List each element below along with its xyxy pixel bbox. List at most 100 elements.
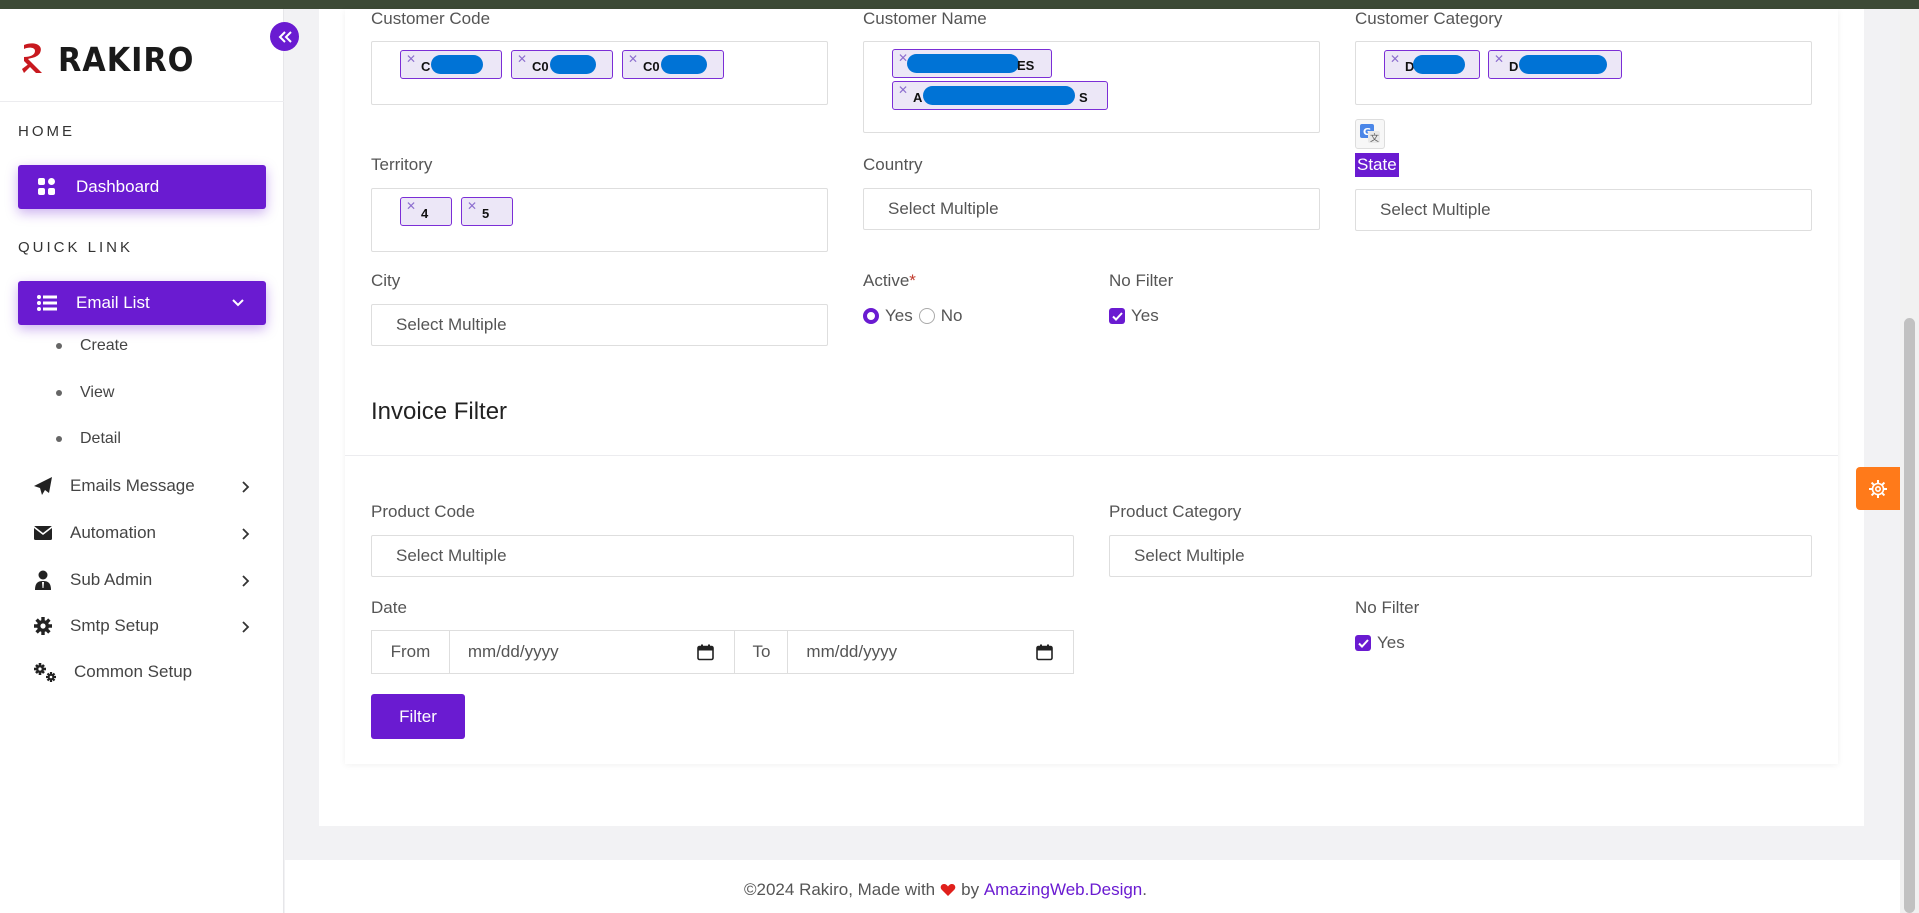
- sidebar-item-dashboard[interactable]: Dashboard: [18, 165, 266, 209]
- selected-tag[interactable]: ✕ C: [400, 50, 502, 79]
- remove-tag-icon[interactable]: ✕: [406, 52, 416, 66]
- sidebar-item-label: Common Setup: [74, 662, 193, 681]
- selected-tag[interactable]: ✕ D: [1384, 50, 1480, 79]
- scrollbar-thumb[interactable]: [1904, 318, 1915, 913]
- bullet-icon: [56, 343, 62, 349]
- city-label: City: [371, 271, 401, 290]
- territory-label: Territory: [371, 155, 433, 174]
- sidebar-item-label: Email List: [76, 293, 150, 312]
- customer-name-label: Customer Name: [863, 9, 987, 28]
- filter-button[interactable]: Filter: [371, 694, 465, 739]
- chevron-right-icon: [238, 619, 252, 639]
- selected-tag[interactable]: ✕ D: [1488, 50, 1622, 79]
- brand-name: RAKIRO: [58, 39, 195, 79]
- customer-name-multiselect[interactable]: ✕ ES ✕ A S: [863, 41, 1320, 133]
- active-yes-radio[interactable]: [863, 308, 879, 324]
- calendar-icon[interactable]: [1036, 644, 1053, 666]
- remove-tag-icon[interactable]: ✕: [406, 199, 416, 213]
- divider: [345, 455, 1838, 456]
- customer-category-multiselect[interactable]: ✕ D ✕ D: [1355, 41, 1812, 105]
- selected-tag[interactable]: ✕ C0: [511, 50, 613, 79]
- paper-plane-icon: [32, 475, 54, 497]
- selected-tag[interactable]: ✕ 5: [461, 197, 513, 226]
- remove-tag-icon[interactable]: ✕: [517, 52, 527, 66]
- selected-tag[interactable]: ✕ A S: [892, 81, 1108, 110]
- territory-multiselect[interactable]: ✕ 4 ✕ 5: [371, 188, 828, 252]
- footer-text: ©2024 Rakiro, Made with by AmazingWeb.De…: [744, 880, 1147, 900]
- date-to-addon: To: [734, 631, 789, 673]
- active-no-radio[interactable]: [918, 308, 935, 324]
- remove-tag-icon[interactable]: ✕: [467, 199, 477, 213]
- no-filter-checkbox[interactable]: [1109, 308, 1125, 324]
- sidebar-subitem-create[interactable]: Create: [56, 337, 128, 355]
- country-label: Country: [863, 155, 923, 174]
- active-label: Active*: [863, 271, 916, 290]
- settings-toggle-button[interactable]: [1856, 467, 1900, 510]
- list-icon: [36, 292, 58, 314]
- no-filter-option-label: Yes: [1131, 306, 1159, 325]
- selected-tag[interactable]: ✕ ES: [892, 49, 1052, 78]
- sidebar-subitem-label: Detail: [80, 430, 121, 447]
- heart-icon: [940, 883, 956, 896]
- invoice-no-filter-label: No Filter: [1355, 598, 1420, 617]
- tag-label: 5: [482, 206, 490, 221]
- selected-tag[interactable]: ✕ C0: [622, 50, 724, 79]
- sidebar-item-sub-admin[interactable]: Sub Admin: [32, 565, 252, 595]
- sidebar-subitem-view[interactable]: View: [56, 384, 114, 402]
- footer-link[interactable]: AmazingWeb.Design: [984, 880, 1142, 900]
- dashboard-icon: [36, 176, 58, 198]
- product-category-label: Product Category: [1109, 502, 1242, 521]
- sidebar: RAKIRO HOME Dashboard QUICK LINK Email L…: [0, 9, 284, 913]
- sidebar-item-automation[interactable]: Automation: [32, 518, 252, 548]
- browser-top-strip: [0, 0, 1919, 9]
- product-code-select[interactable]: Select Multiple: [371, 535, 1074, 577]
- chevron-right-icon: [238, 573, 252, 593]
- tag-label: C0: [643, 59, 660, 74]
- gears-icon: [32, 661, 58, 683]
- date-to-input[interactable]: mm/dd/yyyy: [788, 631, 1073, 673]
- remove-tag-icon[interactable]: ✕: [898, 83, 908, 97]
- remove-tag-icon[interactable]: ✕: [1390, 52, 1400, 66]
- tag-label: ES: [1017, 58, 1035, 73]
- state-label: State: [1355, 153, 1399, 177]
- sidebar-item-emails-message[interactable]: Emails Message: [32, 471, 252, 501]
- home-section-title: HOME: [18, 123, 75, 140]
- date-from-input[interactable]: mm/dd/yyyy: [450, 631, 735, 673]
- state-select[interactable]: Select Multiple: [1355, 189, 1812, 231]
- sidebar-subitem-detail[interactable]: Detail: [56, 430, 121, 448]
- chevron-down-icon: [230, 294, 246, 315]
- active-radio-group: Yes No: [863, 306, 962, 326]
- city-select[interactable]: Select Multiple: [371, 304, 828, 346]
- redaction-mark: [661, 55, 707, 74]
- chevron-right-icon: [238, 526, 252, 546]
- google-translate-icon[interactable]: G文: [1355, 119, 1385, 149]
- sidebar-subitem-label: View: [80, 384, 115, 401]
- brand-logo[interactable]: RAKIRO: [18, 37, 206, 81]
- sidebar-item-common-setup[interactable]: Common Setup: [32, 657, 252, 687]
- redaction-mark: [550, 55, 596, 74]
- no-filter-label: No Filter: [1109, 271, 1174, 290]
- active-no-label: No: [940, 306, 963, 325]
- footer-copyright: ©2024 Rakiro, Made with: [744, 880, 936, 899]
- date-label: Date: [371, 598, 407, 617]
- calendar-icon[interactable]: [697, 644, 715, 666]
- tag-label: C0: [532, 59, 549, 74]
- remove-tag-icon[interactable]: ✕: [628, 52, 638, 66]
- sidebar-item-email-list[interactable]: Email List: [18, 281, 266, 325]
- redaction-mark: [1519, 55, 1607, 74]
- no-filter-checkbox-row[interactable]: Yes: [1109, 306, 1159, 326]
- sidebar-item-smtp-setup[interactable]: Smtp Setup: [32, 611, 252, 641]
- checkmark-icon: [1111, 311, 1123, 321]
- selected-tag[interactable]: ✕ 4: [400, 197, 452, 226]
- date-from-placeholder: mm/dd/yyyy: [467, 642, 559, 661]
- collapse-sidebar-button[interactable]: [270, 22, 299, 51]
- product-category-select[interactable]: Select Multiple: [1109, 535, 1812, 577]
- sidebar-item-label: Dashboard: [76, 177, 160, 196]
- active-yes-label: Yes: [885, 306, 913, 325]
- invoice-no-filter-checkbox[interactable]: [1355, 635, 1371, 651]
- remove-tag-icon[interactable]: ✕: [1494, 52, 1504, 66]
- customer-code-multiselect[interactable]: ✕ C ✕ C0 ✕ C0: [371, 41, 828, 105]
- invoice-no-filter-row[interactable]: Yes: [1355, 633, 1405, 653]
- tag-label: 4: [421, 206, 429, 221]
- country-select[interactable]: Select Multiple: [863, 188, 1320, 230]
